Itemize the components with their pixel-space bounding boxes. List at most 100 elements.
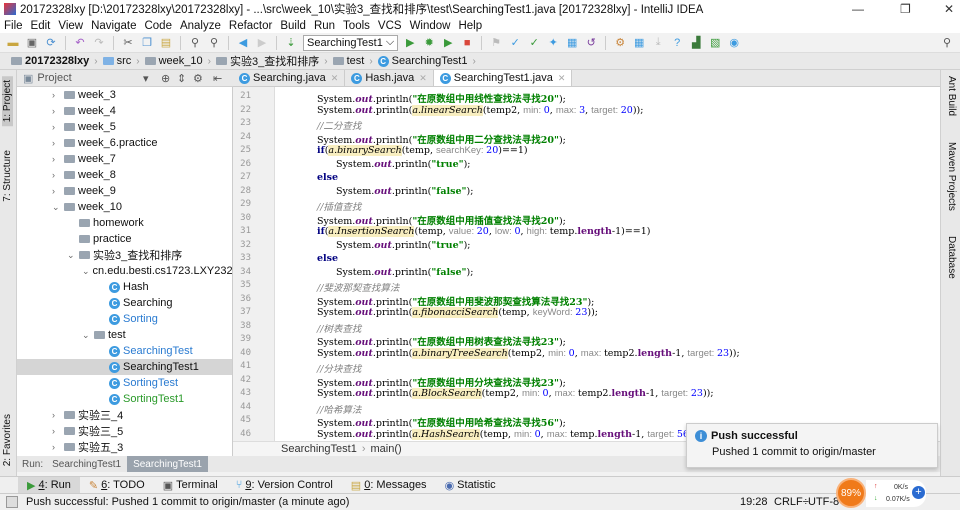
code-line[interactable]: //斐波那契查找算法 xyxy=(317,280,399,294)
search-everywhere-icon[interactable]: ⚲ xyxy=(940,36,954,50)
code-line[interactable]: //哈希算法 xyxy=(317,402,361,416)
code-line[interactable]: System.out.println("在原数组中用分块查找法寻找23"); xyxy=(317,375,566,389)
code-line[interactable]: System.out.println(a.HashSearch(temp, mi… xyxy=(317,428,700,440)
close-button[interactable]: ✕ xyxy=(944,2,954,16)
tree-item[interactable]: › week_9 xyxy=(17,183,232,199)
status-message[interactable]: Push successful: Pushed 1 commit to orig… xyxy=(26,496,349,508)
close-tab-icon[interactable]: ✕ xyxy=(558,73,566,84)
menu-view[interactable]: View xyxy=(54,20,87,32)
chevron-right-icon[interactable]: › xyxy=(52,90,64,100)
menu-vcs[interactable]: VCS xyxy=(374,20,406,32)
tree-item[interactable]: › 实验五_3 xyxy=(17,439,232,455)
close-tab-icon[interactable]: ✕ xyxy=(419,73,427,84)
tool-window-run[interactable]: ▶ 4: Run xyxy=(18,476,80,494)
run-config-select[interactable]: SearchingTest1 ⌵ xyxy=(303,34,399,51)
tree-item[interactable]: C SortingTest1 xyxy=(17,391,232,407)
chevron-down-icon[interactable]: ⌄ xyxy=(82,330,94,341)
tree-item[interactable]: › week_8 xyxy=(17,167,232,183)
editor-tab[interactable]: C SearchingTest1.java ✕ xyxy=(433,70,573,86)
sync-icon[interactable]: ⟳ xyxy=(44,36,58,50)
code-line[interactable]: System.out.println(a.BlockSearch(temp2, … xyxy=(317,388,714,399)
menu-help[interactable]: Help xyxy=(454,20,486,32)
collapse-icon[interactable]: ⇕ xyxy=(177,72,186,85)
gear-icon[interactable]: ⚙ xyxy=(193,72,203,85)
code-line[interactable]: //分块查找 xyxy=(317,361,361,375)
vcs-update-icon[interactable]: ✓ xyxy=(508,36,522,50)
cut-icon[interactable]: ✂ xyxy=(121,36,135,50)
replace-icon[interactable]: ⚲ xyxy=(207,36,221,50)
menu-navigate[interactable]: Navigate xyxy=(87,20,140,32)
code-line[interactable]: System.out.println(a.fibonacciSearch(tem… xyxy=(317,307,598,318)
vcs-history-icon[interactable]: ▦ xyxy=(565,36,579,50)
run-icon[interactable]: ▶ xyxy=(403,36,417,50)
editor-tab[interactable]: C Hash.java ✕ xyxy=(345,70,434,86)
tree-item[interactable]: › week_7 xyxy=(17,151,232,167)
code-line[interactable]: System.out.println("在原数组中用线性查找法寻找20"); xyxy=(317,91,566,105)
tab-maven-projects[interactable]: Maven Projects xyxy=(946,142,957,211)
code-line[interactable]: else xyxy=(317,253,338,264)
tree-item[interactable]: practice xyxy=(17,231,232,247)
help-icon[interactable]: ? xyxy=(670,36,684,50)
tab-favorites[interactable]: 2: Favorites xyxy=(2,410,13,470)
tree-item[interactable]: C SearchingTest xyxy=(17,343,232,359)
tree-item[interactable]: ⌄ cn.edu.besti.cs1723.LXY2328 xyxy=(17,263,232,279)
code-line[interactable]: System.out.println("在原数组中用二分查找法寻找20"); xyxy=(317,132,566,146)
tree-item[interactable]: ⌄ week_10 xyxy=(17,199,232,215)
forward-icon[interactable]: ▶ xyxy=(255,36,269,50)
tree-item[interactable]: › week_5 xyxy=(17,119,232,135)
close-tab-icon[interactable]: ✕ xyxy=(331,73,339,84)
save-icon[interactable]: ▣ xyxy=(25,36,39,50)
code-line[interactable]: System.out.println("在原数组中用哈希查找法寻找56"); xyxy=(317,415,566,429)
tree-item[interactable]: › 实验三_5 xyxy=(17,423,232,439)
code-line[interactable]: //插值查找 xyxy=(317,199,361,213)
download-icon[interactable]: ⤓ xyxy=(651,36,665,50)
code-line[interactable]: System.out.println(a.binaryTreeSearch(te… xyxy=(317,347,740,359)
breadcrumb-method[interactable]: main() xyxy=(371,443,402,455)
nav-class[interactable]: C SearchingTest1 xyxy=(373,55,473,67)
tab-database[interactable]: Database xyxy=(946,236,957,279)
caret-position[interactable]: 19:28 xyxy=(740,496,768,508)
minimize-button[interactable]: — xyxy=(852,2,864,16)
project-view-dropdown[interactable]: ▾ xyxy=(143,72,149,85)
menu-tools[interactable]: Tools xyxy=(339,20,374,32)
coverage-icon[interactable]: ▶ xyxy=(441,36,455,50)
code-line[interactable]: System.out.println("在原数组中用树表查找法寻找23"); xyxy=(317,334,566,348)
tree-item[interactable]: C Searching xyxy=(17,295,232,311)
tree-item[interactable]: › week_4 xyxy=(17,103,232,119)
redo-icon[interactable]: ↷ xyxy=(92,36,106,50)
code-editor[interactable]: System.out.println("在原数组中用线性查找法寻找20"); Sy… xyxy=(275,87,940,441)
tool-window-terminal[interactable]: ▣ Terminal xyxy=(154,477,227,494)
revert-icon[interactable]: ↺ xyxy=(584,36,598,50)
tab-ant-build[interactable]: Ant Build xyxy=(946,76,957,116)
debug-icon[interactable]: ✹ xyxy=(422,36,436,50)
plugin-icon[interactable]: ▟ xyxy=(689,36,703,50)
chevron-right-icon[interactable]: › xyxy=(52,154,64,164)
vcs-commit-icon[interactable]: ✓ xyxy=(527,36,541,50)
status-toggle-icon[interactable] xyxy=(6,496,18,508)
chevron-right-icon[interactable]: › xyxy=(52,138,64,148)
nav-project[interactable]: 20172328lxy xyxy=(6,55,94,67)
nav-week10[interactable]: week_10 xyxy=(140,55,208,67)
code-line[interactable]: System.out.println("在原数组中用斐波那契查找算法寻找23")… xyxy=(317,294,594,308)
memory-widget[interactable]: 89% xyxy=(836,478,866,508)
layout-icon[interactable]: ▦ xyxy=(632,36,646,50)
chevron-down-icon[interactable]: ⌄ xyxy=(67,250,79,261)
tree-item[interactable]: C SortingTest xyxy=(17,375,232,391)
chevron-right-icon[interactable]: › xyxy=(52,410,64,420)
tree-item[interactable]: › week_6.practice xyxy=(17,135,232,151)
code-line[interactable]: System.out.println("true"); xyxy=(336,240,471,251)
open-icon[interactable]: ▬ xyxy=(6,36,20,50)
code-line[interactable]: System.out.println("在原数组中用插值查找法寻找20"); xyxy=(317,213,566,227)
tool-window-messages[interactable]: ▤ 0: Messages xyxy=(342,477,436,494)
project-structure-icon[interactable]: ⚙ xyxy=(613,36,627,50)
menu-edit[interactable]: Edit xyxy=(27,20,55,32)
stop-icon[interactable]: ■ xyxy=(460,36,474,50)
tree-item[interactable]: C Sorting xyxy=(17,311,232,327)
tree-item[interactable]: homework xyxy=(17,215,232,231)
run-tab[interactable]: SearchingTest1 xyxy=(46,456,127,472)
code-line[interactable]: if(a.binarySearch(temp, searchKey: 20)==… xyxy=(317,145,528,156)
chevron-right-icon[interactable]: › xyxy=(52,106,64,116)
maximize-button[interactable]: ❐ xyxy=(900,2,911,16)
locate-icon[interactable]: ⊕ xyxy=(161,72,170,85)
chevron-right-icon[interactable]: › xyxy=(52,170,64,180)
